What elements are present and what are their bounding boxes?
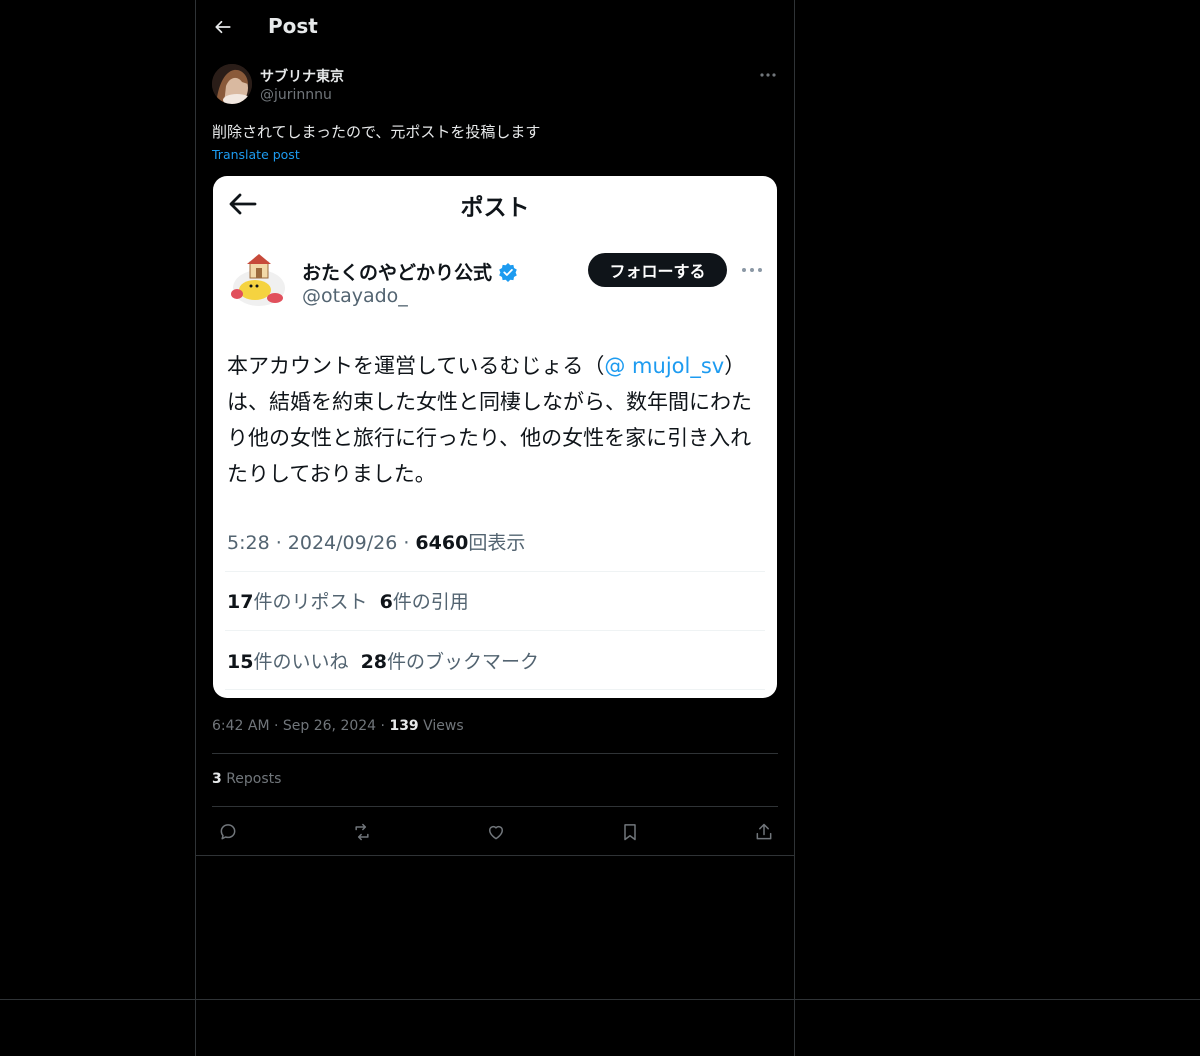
- translate-post-link[interactable]: Translate post: [212, 147, 300, 162]
- back-button[interactable]: [210, 14, 236, 40]
- embedded-reposts-count: 17: [227, 591, 254, 613]
- embedded-repost-stats: 17件のリポスト 6件の引用: [227, 587, 469, 614]
- bottom-divider: [0, 999, 1200, 1000]
- embedded-title: ポスト: [460, 195, 530, 221]
- embedded-more-dots-icon: [742, 268, 762, 272]
- hermit-crab-icon: [231, 254, 285, 306]
- page-title: Post: [268, 14, 318, 38]
- more-options-button[interactable]: [759, 66, 777, 84]
- embedded-bookmarks-count: 28: [360, 651, 388, 673]
- embedded-account-handle: @otayado_: [302, 285, 408, 307]
- embedded-likes-label: 件のいいね: [253, 651, 349, 673]
- post-header: Post: [196, 0, 794, 53]
- share-icon: [756, 823, 772, 840]
- embedded-screenshot[interactable]: ポスト おたくのやどかり公式 @otayado_ フォローする 本アカウントを運…: [213, 176, 777, 698]
- embedded-account-avatar: [225, 252, 291, 308]
- reposts-stat[interactable]: 3 Reposts: [212, 771, 281, 787]
- reposts-count: 3: [212, 771, 222, 787]
- reposts-label: Reposts: [226, 771, 282, 787]
- divider: [212, 753, 778, 754]
- share-button[interactable]: [752, 820, 776, 844]
- bookmark-icon: [624, 824, 636, 841]
- post-date[interactable]: Sep 26, 2024: [283, 718, 376, 734]
- embedded-meta: 5:28 · 2024/09/26 · 6460回表示: [227, 528, 525, 555]
- views-count: 139: [389, 718, 419, 734]
- embedded-quotes-count: 6: [379, 591, 393, 613]
- repost-button[interactable]: [350, 820, 374, 844]
- embedded-divider: [225, 630, 765, 631]
- heart-icon: [489, 825, 503, 840]
- reply-button[interactable]: [216, 820, 240, 844]
- embedded-divider: [225, 571, 765, 572]
- verified-badge-icon: [499, 262, 517, 282]
- embedded-body-start: 本アカウントを運営しているむじょる（: [227, 354, 605, 378]
- author-avatar[interactable]: [212, 64, 252, 104]
- post-text: 削除されてしまったので、元ポストを投稿します: [212, 123, 541, 141]
- divider: [212, 806, 778, 807]
- post-meta: 6:42 AM · Sep 26, 2024 · 139 Views: [212, 718, 464, 734]
- avatar-image: [212, 64, 252, 104]
- reply-icon: [220, 824, 236, 840]
- embedded-bookmarks-label: 件のブックマーク: [387, 651, 540, 673]
- repost-icon: [355, 823, 369, 841]
- embedded-views-count: 6460: [415, 532, 469, 554]
- embedded-follow-button: フォローする: [588, 253, 727, 287]
- like-button[interactable]: [484, 820, 508, 844]
- back-arrow-icon: [215, 20, 231, 34]
- post-detail-column: Post サブリナ東京 @jurinnnu 削除されてしまったので、元ポストを投…: [196, 0, 794, 856]
- embedded-body-text: 本アカウントを運営しているむじょる（@ mujol_sv）は、結婚を約束した女性…: [227, 348, 767, 492]
- embedded-name-row: おたくのやどかり公式: [302, 258, 518, 285]
- views-label: Views: [423, 718, 464, 734]
- embedded-quotes-label: 件の引用: [392, 591, 469, 613]
- bookmark-button[interactable]: [618, 820, 642, 844]
- embedded-likes-count: 15: [227, 651, 254, 673]
- embedded-account-name: おたくのやどかり公式: [302, 262, 493, 284]
- embedded-like-stats: 15件のいいね 28件のブックマーク: [227, 647, 539, 674]
- embedded-views-label: 回表示: [468, 532, 526, 554]
- embedded-reposts-label: 件のリポスト: [253, 591, 368, 613]
- more-dots-icon: [760, 73, 776, 77]
- author-name[interactable]: サブリナ東京: [260, 66, 344, 86]
- post-time[interactable]: 6:42 AM: [212, 718, 270, 734]
- embedded-divider: [225, 689, 765, 690]
- embedded-mention: @ mujol_sv: [604, 354, 725, 378]
- column-border-right: [794, 0, 795, 1056]
- embedded-timestamp: 5:28 · 2024/09/26 ·: [227, 532, 416, 554]
- author-handle[interactable]: @jurinnnu: [260, 87, 332, 103]
